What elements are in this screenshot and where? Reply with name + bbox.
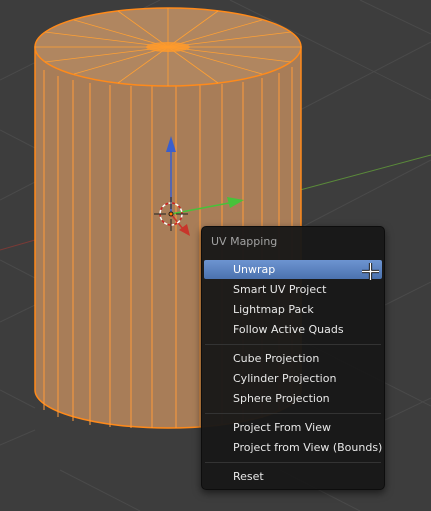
menu-item-sphere-projection[interactable]: Sphere Projection (204, 389, 382, 408)
menu-item-reset[interactable]: Reset (204, 467, 382, 486)
menu-title: UV Mapping (211, 235, 278, 248)
menu-item-unwrap[interactable]: Unwrap (204, 260, 382, 279)
menu-item-project-from-view-bounds[interactable]: Project from View (Bounds) (204, 438, 382, 457)
menu-item-cube-projection[interactable]: Cube Projection (204, 349, 382, 368)
menu-item-smart-uv-project[interactable]: Smart UV Project (204, 280, 382, 299)
menu-item-project-from-view[interactable]: Project From View (204, 418, 382, 437)
menu-separator (205, 462, 381, 463)
menu-item-cylinder-projection[interactable]: Cylinder Projection (204, 369, 382, 388)
menu-item-follow-active-quads[interactable]: Follow Active Quads (204, 320, 382, 339)
crosshair-cursor-icon (362, 263, 379, 280)
x-axis-line (0, 239, 36, 251)
y-axis-line (299, 154, 431, 191)
uv-mapping-menu: UV Mapping Unwrap Smart UV Project Light… (201, 226, 385, 490)
menu-separator (205, 344, 381, 345)
menu-separator (205, 413, 381, 414)
cylinder-top-center (146, 42, 190, 52)
menu-item-lightmap-pack[interactable]: Lightmap Pack (204, 300, 382, 319)
